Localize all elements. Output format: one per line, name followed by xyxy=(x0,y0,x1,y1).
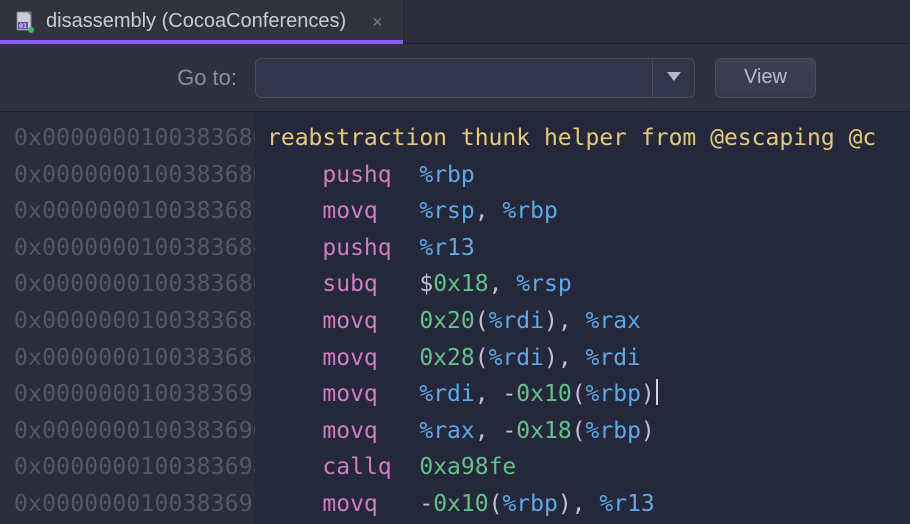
code-line: subq $0x18, %rsp xyxy=(267,266,910,303)
address: 0x0000000100383686 xyxy=(14,266,245,303)
symbol-header: reabstraction thunk helper from @escapin… xyxy=(267,120,910,157)
chevron-down-icon xyxy=(667,69,681,87)
address: 0x000000010038369a xyxy=(14,449,245,486)
svg-text:01: 01 xyxy=(19,22,27,30)
tab-disassembly[interactable]: 01 disassembly (CocoaConferences) × xyxy=(0,0,404,43)
address: 0x0000000100383684 xyxy=(14,230,245,267)
code-line: pushq %r13 xyxy=(267,230,910,267)
goto-combobox[interactable] xyxy=(255,58,695,98)
close-icon[interactable]: × xyxy=(366,11,389,33)
address: 0x0000000100383681 xyxy=(14,193,245,230)
code-line: movq -0x10(%rbp), %r13 xyxy=(267,486,910,523)
tab-title: disassembly (CocoaConferences) xyxy=(46,10,346,33)
code-line: pushq %rbp xyxy=(267,157,910,194)
toolbar: Go to: View xyxy=(0,44,910,112)
goto-label: Go to: xyxy=(0,65,255,91)
view-button[interactable]: View xyxy=(715,58,816,98)
address: 0x000000010038368e xyxy=(14,340,245,377)
code-line: movq %rax, -0x18(%rbp) xyxy=(267,413,910,450)
address: 0x0000000100383692 xyxy=(14,376,245,413)
code-line: movq 0x28(%rdi), %rdi xyxy=(267,340,910,377)
code-line: callq 0xa98fe xyxy=(267,449,910,486)
code-line: movq %rsp, %rbp xyxy=(267,193,910,230)
address-gutter: 0x00000001003836800x00000001003836800x00… xyxy=(0,112,255,524)
code-line: movq 0x20(%rdi), %rax xyxy=(267,303,910,340)
address: 0x0000000100383680 xyxy=(14,157,245,194)
code-area[interactable]: reabstraction thunk helper from @escapin… xyxy=(255,112,910,524)
view-button-label: View xyxy=(744,66,787,89)
text-cursor xyxy=(656,379,658,405)
tab-bar: 01 disassembly (CocoaConferences) × xyxy=(0,0,910,44)
tab-active-underline xyxy=(0,40,403,44)
goto-input[interactable] xyxy=(256,59,652,97)
address: 0x000000010038369f xyxy=(14,486,245,523)
disassembly-view: 0x00000001003836800x00000001003836800x00… xyxy=(0,112,910,524)
address: 0x0000000100383680 xyxy=(14,120,245,157)
address: 0x0000000100383696 xyxy=(14,413,245,450)
code-line: movq %rdi, -0x10(%rbp) xyxy=(267,376,910,413)
asm-file-icon: 01 xyxy=(14,11,36,33)
address: 0x000000010038368a xyxy=(14,303,245,340)
goto-dropdown-button[interactable] xyxy=(652,59,694,97)
